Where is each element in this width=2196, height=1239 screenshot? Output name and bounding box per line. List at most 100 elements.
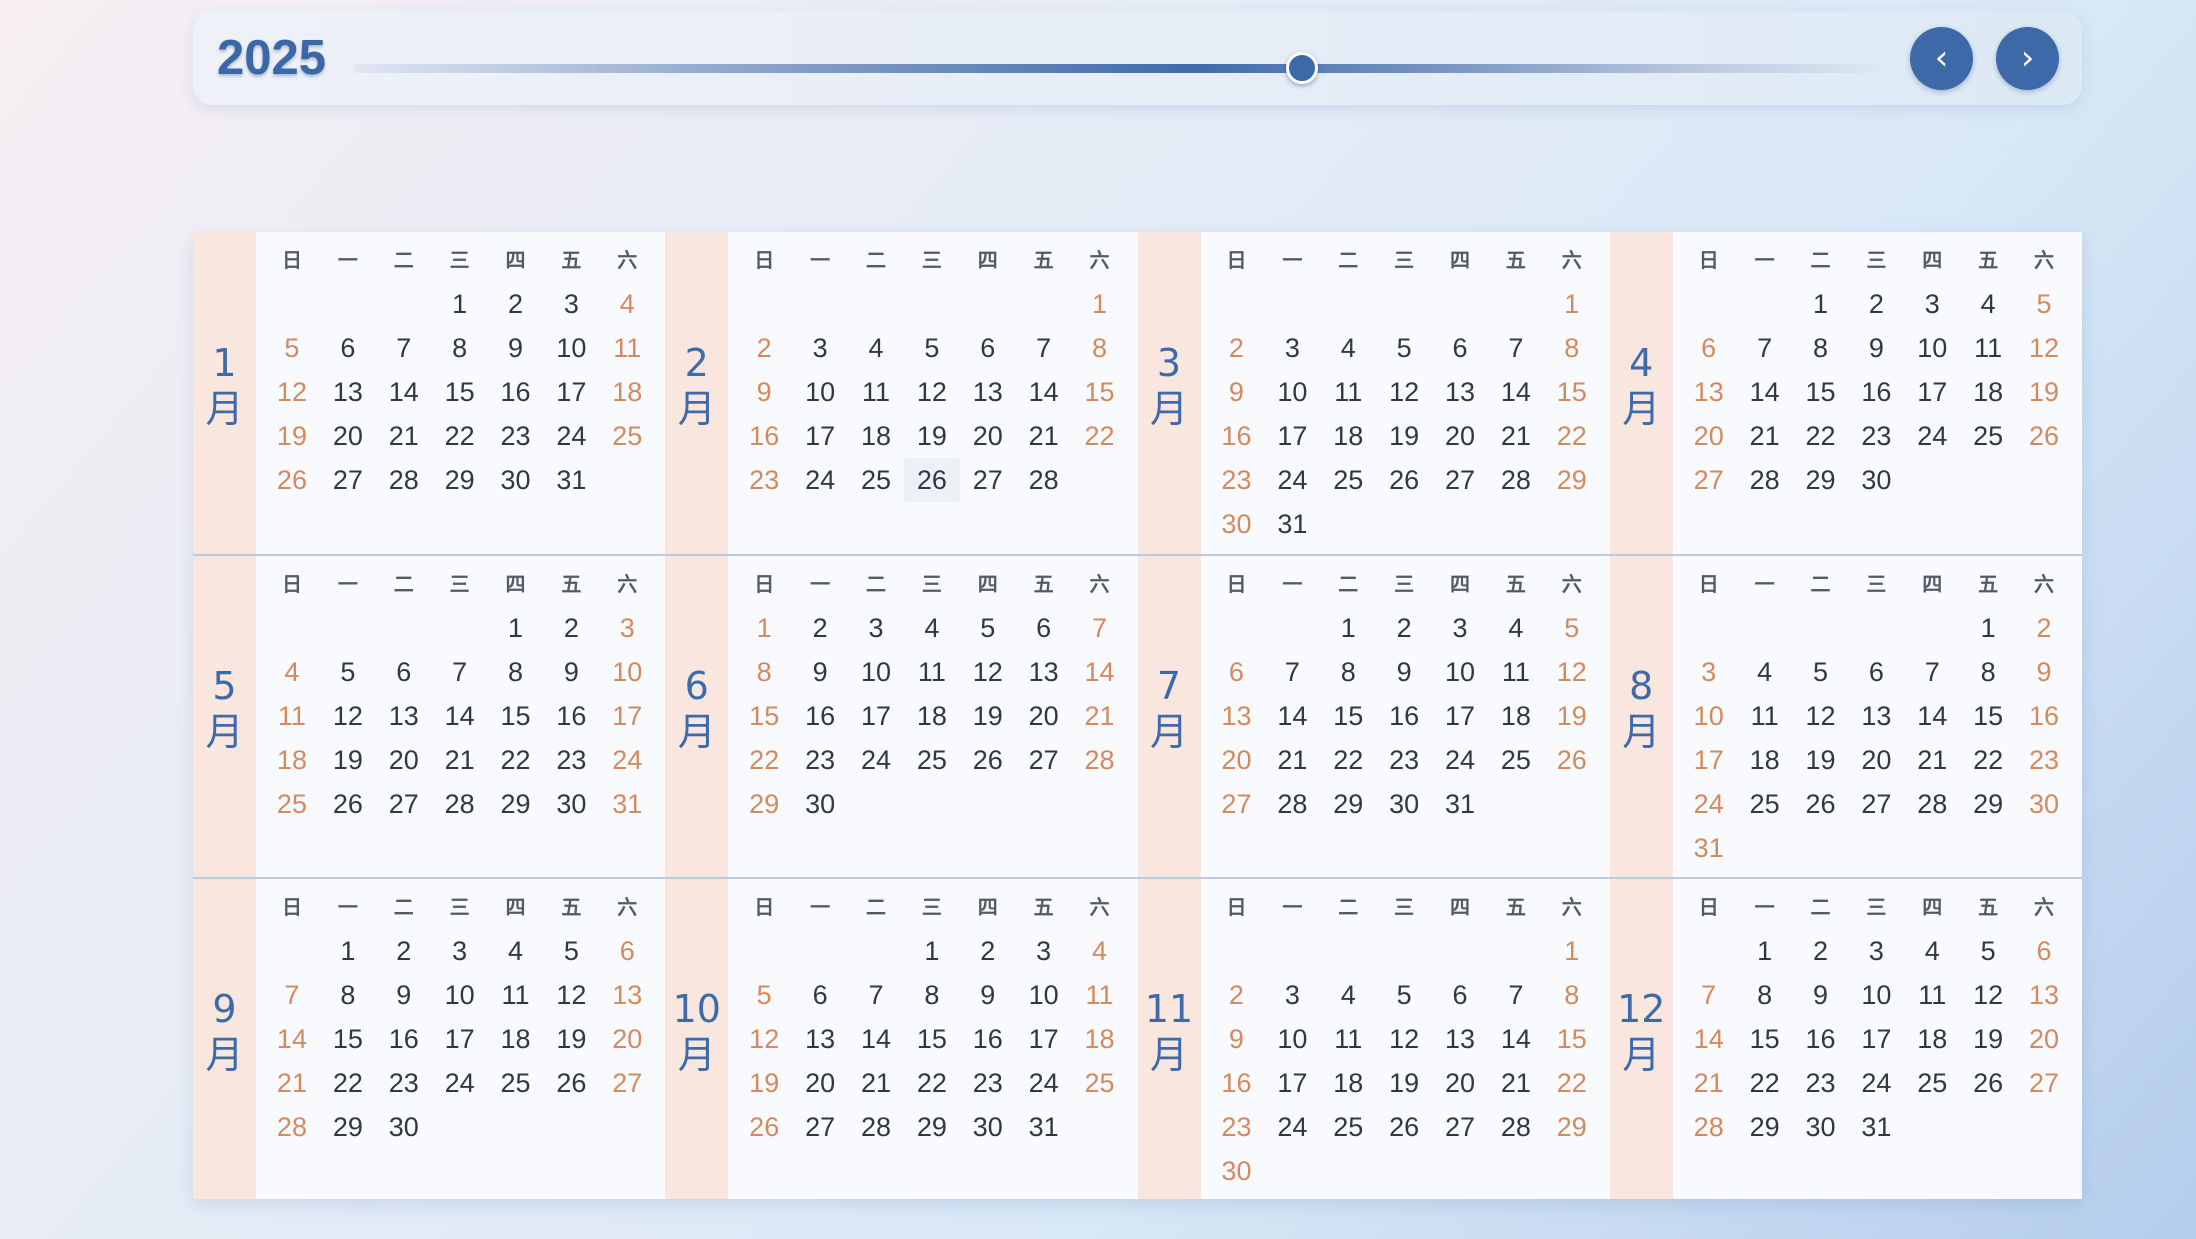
day-cell[interactable]: 30 <box>376 1105 432 1149</box>
day-cell[interactable]: 8 <box>1544 973 1600 1017</box>
day-cell[interactable]: 2 <box>376 929 432 973</box>
day-cell[interactable]: 2 <box>1209 973 1265 1017</box>
day-cell[interactable]: 3 <box>599 606 655 650</box>
day-cell[interactable]: 11 <box>848 370 904 414</box>
day-cell[interactable]: 20 <box>376 738 432 782</box>
day-cell[interactable]: 12 <box>1793 694 1849 738</box>
day-cell[interactable]: 1 <box>1320 606 1376 650</box>
day-cell[interactable]: 4 <box>848 326 904 370</box>
day-cell[interactable]: 24 <box>792 458 848 502</box>
day-cell[interactable]: 6 <box>792 973 848 1017</box>
day-cell[interactable]: 3 <box>848 606 904 650</box>
day-cell[interactable]: 1 <box>1737 929 1793 973</box>
day-cell[interactable]: 1 <box>1544 282 1600 326</box>
day-cell[interactable]: 3 <box>1904 282 1960 326</box>
day-cell[interactable]: 10 <box>1681 694 1737 738</box>
day-cell[interactable]: 13 <box>320 370 376 414</box>
day-cell[interactable]: 5 <box>2016 282 2072 326</box>
day-cell[interactable]: 1 <box>1072 282 1128 326</box>
day-cell[interactable]: 14 <box>848 1017 904 1061</box>
day-cell[interactable]: 27 <box>320 458 376 502</box>
day-cell[interactable]: 12 <box>264 370 320 414</box>
day-cell[interactable]: 19 <box>2016 370 2072 414</box>
day-cell[interactable]: 22 <box>1072 414 1128 458</box>
day-cell[interactable]: 25 <box>1320 1105 1376 1149</box>
day-cell[interactable]: 16 <box>792 694 848 738</box>
day-cell[interactable]: 28 <box>1264 782 1320 826</box>
day-cell[interactable]: 29 <box>1960 782 2016 826</box>
day-cell[interactable]: 17 <box>1016 1017 1072 1061</box>
day-cell[interactable]: 15 <box>320 1017 376 1061</box>
day-cell[interactable]: 1 <box>904 929 960 973</box>
day-cell[interactable]: 21 <box>1264 738 1320 782</box>
day-cell[interactable]: 15 <box>1544 1017 1600 1061</box>
day-cell[interactable]: 9 <box>1209 1017 1265 1061</box>
day-cell[interactable]: 30 <box>543 782 599 826</box>
day-cell[interactable]: 5 <box>1376 973 1432 1017</box>
day-cell[interactable]: 22 <box>432 414 488 458</box>
day-cell[interactable]: 11 <box>264 694 320 738</box>
day-cell[interactable]: 6 <box>960 326 1016 370</box>
day-cell[interactable]: 18 <box>1488 694 1544 738</box>
day-cell[interactable]: 23 <box>960 1061 1016 1105</box>
day-cell[interactable]: 3 <box>1016 929 1072 973</box>
day-cell[interactable]: 11 <box>488 973 544 1017</box>
day-cell[interactable]: 30 <box>1848 458 1904 502</box>
day-cell[interactable]: 18 <box>1904 1017 1960 1061</box>
day-cell[interactable]: 18 <box>488 1017 544 1061</box>
day-cell[interactable]: 13 <box>960 370 1016 414</box>
day-cell[interactable]: 19 <box>543 1017 599 1061</box>
day-cell[interactable]: 2 <box>1209 326 1265 370</box>
day-cell[interactable]: 13 <box>1681 370 1737 414</box>
day-cell[interactable]: 17 <box>1848 1017 1904 1061</box>
day-cell[interactable]: 28 <box>1904 782 1960 826</box>
day-cell[interactable]: 16 <box>1848 370 1904 414</box>
day-cell[interactable]: 12 <box>320 694 376 738</box>
day-cell[interactable]: 22 <box>736 738 792 782</box>
day-cell[interactable]: 14 <box>376 370 432 414</box>
day-cell[interactable]: 8 <box>736 650 792 694</box>
day-cell[interactable]: 22 <box>1793 414 1849 458</box>
day-cell[interactable]: 10 <box>599 650 655 694</box>
day-cell[interactable]: 5 <box>960 606 1016 650</box>
day-cell[interactable]: 11 <box>1072 973 1128 1017</box>
day-cell[interactable]: 5 <box>1544 606 1600 650</box>
day-cell[interactable]: 24 <box>432 1061 488 1105</box>
day-cell[interactable]: 29 <box>1793 458 1849 502</box>
day-cell[interactable]: 14 <box>432 694 488 738</box>
day-cell[interactable]: 3 <box>1848 929 1904 973</box>
day-cell[interactable]: 2 <box>792 606 848 650</box>
day-cell[interactable]: 18 <box>904 694 960 738</box>
day-cell[interactable]: 20 <box>792 1061 848 1105</box>
day-cell[interactable]: 9 <box>2016 650 2072 694</box>
day-cell[interactable]: 26 <box>1544 738 1600 782</box>
day-cell[interactable]: 31 <box>599 782 655 826</box>
day-cell[interactable]: 25 <box>1072 1061 1128 1105</box>
day-cell[interactable]: 3 <box>1432 606 1488 650</box>
day-cell[interactable]: 28 <box>1681 1105 1737 1149</box>
day-cell[interactable]: 21 <box>1488 414 1544 458</box>
day-cell[interactable]: 19 <box>1544 694 1600 738</box>
day-cell[interactable]: 2 <box>1376 606 1432 650</box>
day-cell[interactable]: 7 <box>1264 650 1320 694</box>
day-cell[interactable]: 13 <box>1016 650 1072 694</box>
day-cell[interactable]: 28 <box>848 1105 904 1149</box>
day-cell[interactable]: 21 <box>1488 1061 1544 1105</box>
day-cell[interactable]: 21 <box>376 414 432 458</box>
day-cell[interactable]: 1 <box>1960 606 2016 650</box>
day-cell[interactable]: 11 <box>1320 370 1376 414</box>
day-cell[interactable]: 16 <box>543 694 599 738</box>
day-cell[interactable]: 28 <box>1016 458 1072 502</box>
day-cell[interactable]: 12 <box>2016 326 2072 370</box>
year-slider-thumb[interactable] <box>1285 52 1318 84</box>
day-cell[interactable]: 25 <box>488 1061 544 1105</box>
day-cell[interactable]: 20 <box>320 414 376 458</box>
day-cell[interactable]: 27 <box>1432 1105 1488 1149</box>
day-cell[interactable]: 15 <box>1072 370 1128 414</box>
day-cell[interactable]: 13 <box>1209 694 1265 738</box>
day-cell[interactable]: 4 <box>264 650 320 694</box>
day-cell[interactable]: 6 <box>1432 973 1488 1017</box>
day-cell[interactable]: 10 <box>432 973 488 1017</box>
day-cell[interactable]: 29 <box>320 1105 376 1149</box>
day-cell[interactable]: 22 <box>904 1061 960 1105</box>
